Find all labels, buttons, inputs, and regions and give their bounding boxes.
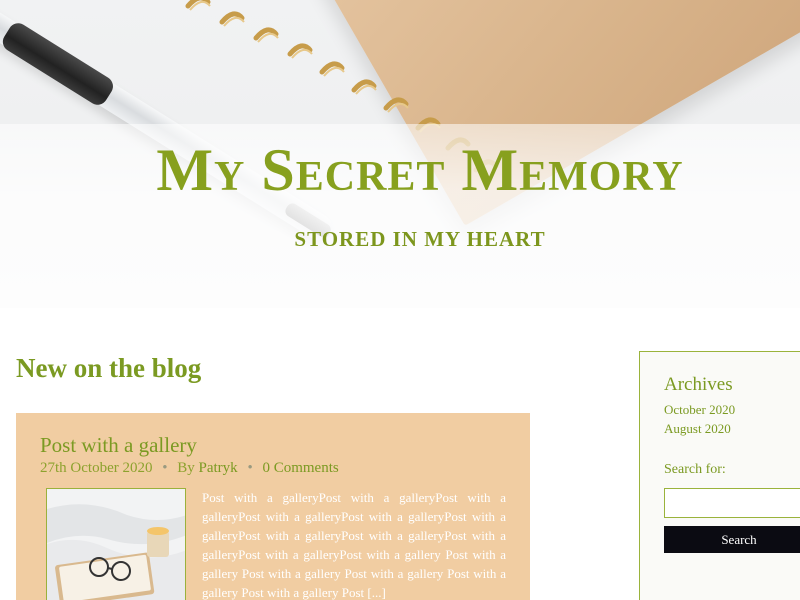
post-thumbnail[interactable]	[46, 488, 186, 600]
thumbnail-image	[47, 489, 185, 600]
site-title[interactable]: My Secret Memory	[0, 136, 800, 205]
post-card: Post with a gallery 27th October 2020 • …	[16, 413, 530, 600]
search-label: Search for:	[664, 462, 726, 477]
post-meta: 27th October 2020 • By Patryk • 0 Commen…	[40, 460, 339, 477]
post-excerpt: Post with a galleryPost with a galleryPo…	[202, 490, 506, 600]
archive-link-october-2020[interactable]: October 2020	[664, 400, 735, 419]
post-title[interactable]: Post with a gallery	[40, 433, 197, 458]
archives-title: Archives	[664, 374, 733, 395]
post-author-link[interactable]: Patryk	[199, 460, 238, 476]
archives-list: October 2020 August 2020	[664, 400, 735, 438]
sidebar: Archives October 2020 August 2020 Search…	[639, 351, 800, 600]
header-banner: My Secret Memory STORED IN MY HEART	[0, 0, 800, 308]
archive-link-august-2020[interactable]: August 2020	[664, 419, 735, 438]
post-comments-link[interactable]: 0 Comments	[262, 460, 338, 476]
meta-separator: •	[247, 460, 253, 476]
search-button[interactable]: Search	[664, 526, 800, 553]
meta-separator: •	[162, 460, 168, 476]
search-input[interactable]	[664, 488, 800, 518]
site-tagline: STORED IN MY HEART	[294, 227, 546, 251]
post-date[interactable]: 27th October 2020	[40, 460, 152, 476]
post-by-label: By	[177, 460, 195, 476]
section-title: New on the blog	[16, 353, 202, 383]
